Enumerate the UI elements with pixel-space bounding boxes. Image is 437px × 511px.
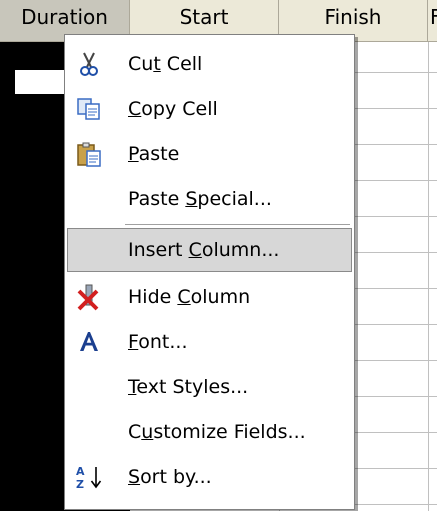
column-header-f[interactable]: F <box>428 0 437 42</box>
copy-icon <box>75 95 103 123</box>
menu-item-font[interactable]: Font... <box>67 320 352 364</box>
context-menu: Cut Cell Copy Cell Paste Paste Special..… <box>64 34 355 510</box>
column-header-label: F <box>428 0 437 41</box>
menu-item-insert-column[interactable]: Insert Column... <box>67 228 352 272</box>
menu-item-paste-special[interactable]: Paste Special... <box>67 177 352 221</box>
menu-item-label: Copy Cell <box>128 98 218 120</box>
sort-icon: A Z <box>75 463 103 491</box>
menu-item-label: Paste <box>128 143 180 165</box>
menu-item-copy-cell[interactable]: Copy Cell <box>67 87 352 131</box>
menu-item-label: Hide Column <box>128 286 251 308</box>
menu-item-label: Font... <box>128 331 188 353</box>
menu-item-label: Insert Column... <box>128 239 280 261</box>
font-icon <box>75 328 103 356</box>
menu-item-hide-column[interactable]: Hide Column <box>67 275 352 319</box>
menu-separator <box>125 224 350 225</box>
menu-item-label: Cut Cell <box>128 53 203 75</box>
hide-column-icon <box>75 283 103 311</box>
menu-item-label: Text Styles... <box>128 376 249 398</box>
menu-item-paste[interactable]: Paste <box>67 132 352 176</box>
scissors-icon <box>75 50 103 78</box>
menu-item-sort-by[interactable]: A Z Sort by... <box>67 455 352 499</box>
menu-item-text-styles[interactable]: Text Styles... <box>67 365 352 409</box>
menu-item-label: Paste Special... <box>128 188 272 210</box>
paste-icon <box>75 140 103 168</box>
menu-item-customize-fields[interactable]: Customize Fields... <box>67 410 352 454</box>
svg-text:A: A <box>76 465 85 478</box>
grid-divider <box>428 42 429 511</box>
svg-text:Z: Z <box>76 478 84 491</box>
menu-item-cut-cell[interactable]: Cut Cell <box>67 42 352 86</box>
menu-item-label: Sort by... <box>128 466 212 488</box>
menu-item-label: Customize Fields... <box>128 421 306 443</box>
